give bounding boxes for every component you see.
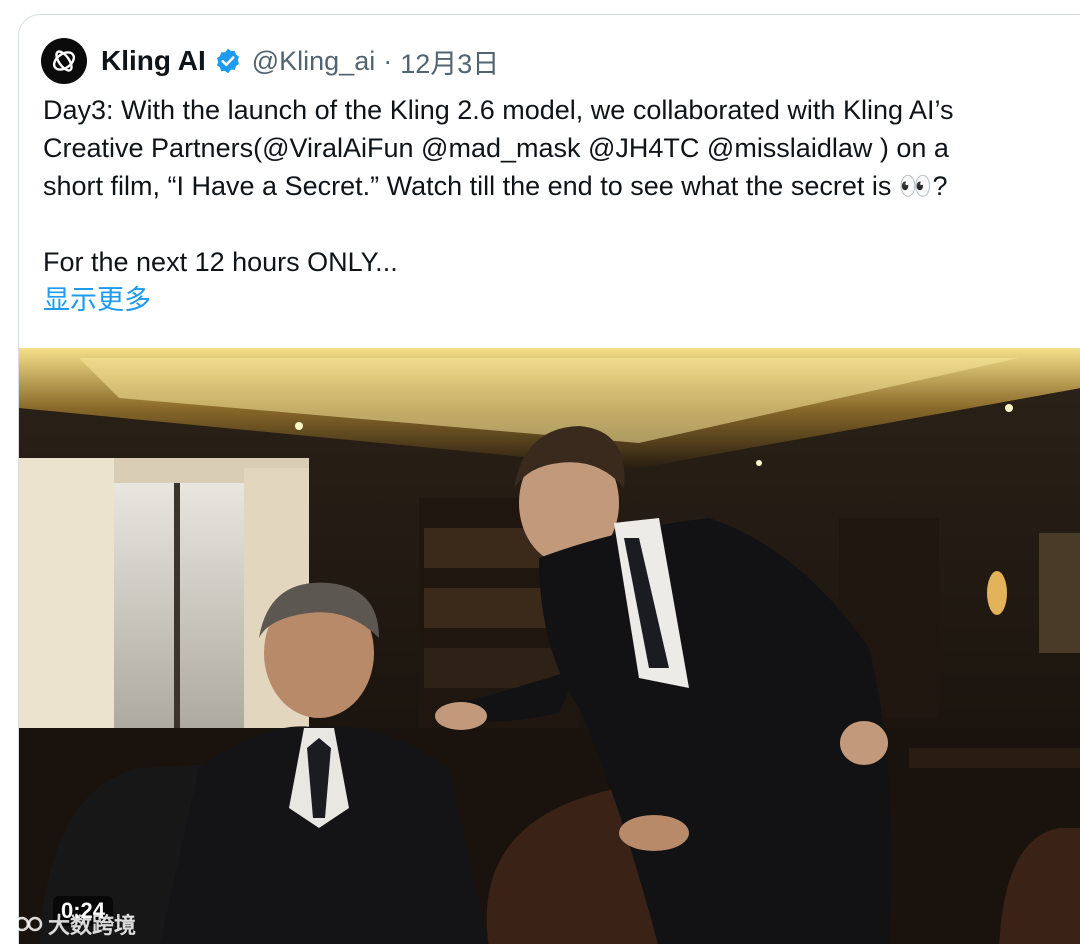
separator-dot: ·: [383, 45, 393, 76]
avatar[interactable]: [41, 38, 87, 84]
tweet-text-line: Creative Partners(@ViralAiFun @mad_mask …: [43, 133, 949, 163]
watermark-logo-icon: [6, 914, 43, 934]
tweet-body: Day3: With the launch of the Kling 2.6 m…: [43, 91, 1063, 319]
kling-logo-icon: [52, 50, 76, 72]
tweet-card[interactable]: Kling AI @Kling_ai · 12月3日 Day3: With th…: [18, 14, 1080, 944]
tweet-date[interactable]: 12月3日: [400, 42, 499, 81]
tweet-text-line: Day3: With the launch of the Kling 2.6 m…: [43, 95, 954, 125]
show-more-link[interactable]: 显示更多: [43, 281, 1063, 319]
tweet-text-line: For the next 12 hours ONLY...: [43, 247, 398, 277]
video-thumbnail: [19, 348, 1080, 944]
author-handle[interactable]: @Kling_ai: [252, 46, 375, 77]
watermark-text: 大数跨境: [48, 913, 137, 938]
author-name[interactable]: Kling AI: [101, 45, 206, 77]
verified-badge-icon: [214, 46, 244, 76]
tweet-header: Kling AI @Kling_ai · 12月3日: [41, 37, 499, 85]
tweet-text-line: short film, “I Have a Secret.” Watch til…: [43, 171, 948, 201]
video-player[interactable]: 0:24: [19, 348, 1080, 944]
watermark: 大数跨境: [4, 908, 136, 940]
